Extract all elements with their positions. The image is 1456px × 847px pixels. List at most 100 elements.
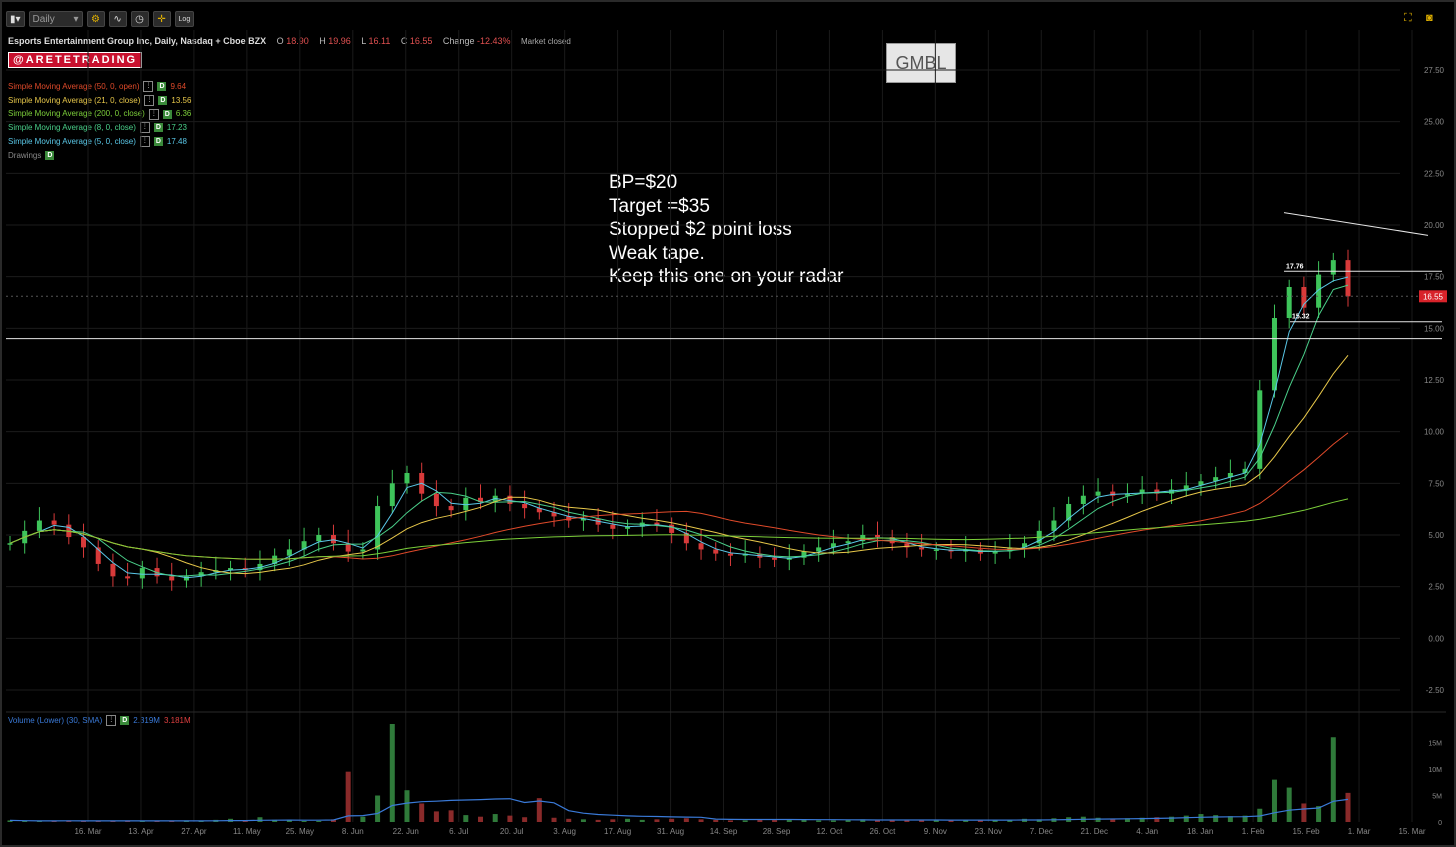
y-tick-label: 25.00 [1424,118,1445,127]
volume-bar [375,795,381,822]
volume-bar [1213,815,1219,822]
candle-body [874,535,880,538]
x-tick-label: 28. Sep [763,827,791,836]
y-tick-label: 10.00 [1424,428,1445,437]
candle-body [713,549,719,554]
candle-body [433,493,439,507]
candle-body [51,520,57,525]
last-price-label: 16.55 [1423,292,1444,301]
volume-bar [1286,787,1292,822]
volume-bar [595,819,601,822]
candle-body [772,557,778,560]
candle-body [1051,520,1057,531]
volume-bar [478,816,484,822]
candle-body [448,506,454,511]
candle-body [919,547,925,550]
x-tick-label: 1. Feb [1242,827,1265,836]
candle-body [125,576,131,579]
volume-bar [713,819,719,822]
volume-bar [316,820,322,822]
x-tick-label: 8. Jun [342,827,364,836]
candle-body [816,547,822,552]
x-tick-label: 6. Jul [449,827,468,836]
y-tick-label: 27.50 [1424,66,1445,75]
volume-bar [625,818,631,822]
x-tick-label: 11. May [233,827,261,836]
x-tick-label: 31. Aug [657,827,684,836]
volume-bar [1330,737,1336,822]
volume-bar [81,821,87,822]
volume-bar [522,817,528,822]
volume-bar [1183,815,1189,822]
x-tick-label: 17. Aug [604,827,631,836]
candle-body [316,535,322,542]
candle-body [727,553,733,556]
volume-bar [742,820,748,822]
candle-body [463,497,469,511]
x-tick-label: 7. Dec [1030,827,1053,836]
volume-bar [154,821,160,822]
y-tick-label: 20.00 [1424,221,1445,230]
price-chart: 27.50 25.00 22.50 20.00 17.50 15.00 12.50 10.00… [6,30,1447,836]
candle-body [139,568,145,579]
volume-bar [404,790,410,822]
volume-bar [757,819,763,822]
level-label: 17.76 [1286,263,1304,270]
volume-bar [639,819,645,822]
volume-bar [566,818,572,822]
volume-bar [257,817,263,822]
candle-body [1286,287,1292,318]
volume-bar [1095,817,1101,822]
candle-body [933,549,939,551]
volume-bar [1301,803,1307,822]
x-tick-label: 13. Apr [128,827,154,836]
x-tick-label: 21. Dec [1080,827,1108,836]
volume-bar [360,816,366,822]
y-tick-label: 17.50 [1424,273,1445,282]
y-tick-label: 5.00 [1428,531,1444,540]
volume-bar [580,819,586,822]
volume-bar [433,811,439,822]
volume-bar [419,803,425,822]
y-tick-label: 7.50 [1428,479,1444,488]
volume-tick-label: 15M [1428,741,1442,748]
level-label: 15.32 [1292,314,1310,321]
volume-bar [683,818,689,822]
x-tick-label: 15. Mar [1398,827,1425,836]
x-tick-label: 18. Jan [1187,827,1213,836]
candle-body [1271,318,1277,391]
volume-bar [1271,779,1277,822]
x-tick-label: 16. Mar [74,827,101,836]
x-tick-label: 12. Oct [817,827,844,836]
candle-body [404,473,410,484]
volume-bar [448,810,454,822]
candle-body [522,504,528,509]
volume-tick-label: 10M [1428,767,1442,774]
candle-body [1330,260,1336,275]
volume-bar [1198,814,1204,822]
x-tick-label: 20. Jul [500,827,524,836]
candle-body [110,563,116,577]
candle-body [1345,260,1351,297]
x-tick-label: 26. Oct [870,827,897,836]
candle-body [36,520,42,531]
volume-bar [492,814,498,822]
candle-body [330,535,336,544]
volume-bar [389,724,395,822]
volume-bar [816,820,822,822]
x-tick-label: 1. Mar [1348,827,1371,836]
candle-body [845,541,851,544]
volume-bar [919,820,925,822]
y-tick-label: 0.00 [1428,634,1444,643]
candle-body [1095,491,1101,496]
volume-bar [463,815,469,822]
candle-body [1080,495,1086,504]
candle-body [1169,489,1175,494]
candle-body [389,483,395,507]
volume-bar [1345,792,1351,822]
volume-bar [654,819,660,822]
candle-body [669,524,675,533]
candle-body [169,576,175,581]
candle-body [610,524,616,529]
volume-bar [36,821,42,822]
